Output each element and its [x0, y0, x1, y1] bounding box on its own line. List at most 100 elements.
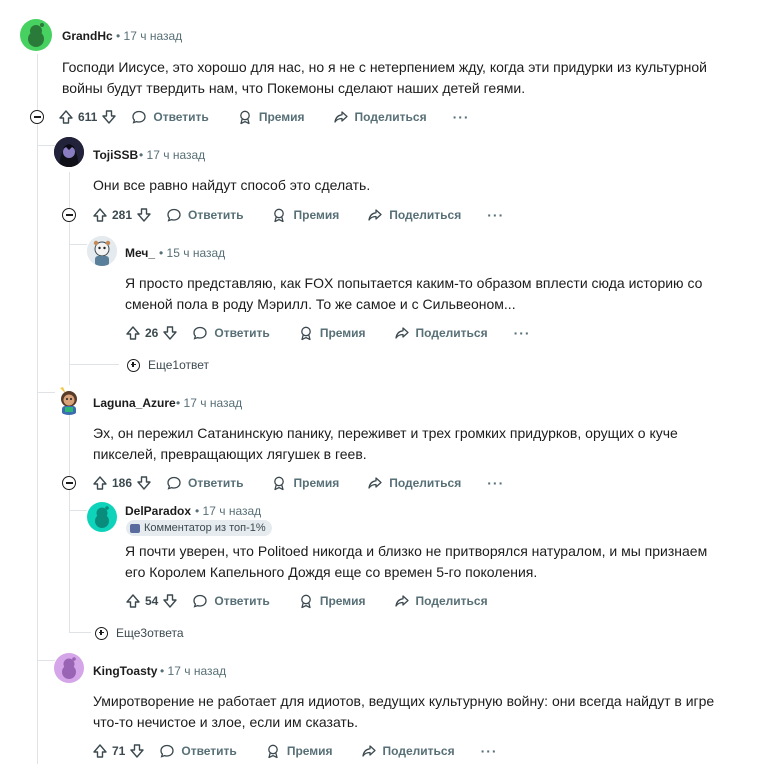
comment-bubble-icon	[193, 326, 208, 340]
collapse-thread-button[interactable]	[30, 110, 44, 124]
comment-timestamp: • 17 ч назад	[195, 504, 261, 518]
more-options-button[interactable]: ···	[487, 207, 504, 223]
flair-badge-icon	[130, 523, 140, 533]
more-options-button[interactable]: ···	[514, 325, 531, 341]
award-label: Премия	[293, 476, 340, 490]
vote-score: 281	[112, 208, 133, 222]
avatar[interactable]	[54, 385, 84, 415]
award-label: Премия	[319, 326, 366, 340]
thread-elbow	[69, 510, 87, 511]
share-button[interactable]: Поделиться	[367, 475, 461, 491]
reply-label: Ответить	[214, 326, 270, 340]
more-options-button[interactable]: ···	[481, 743, 498, 759]
more-options-icon: ···	[480, 743, 498, 759]
comment-author[interactable]: DelParadox	[125, 504, 191, 518]
award-button[interactable]: Премия	[265, 743, 333, 759]
more-options-button[interactable]: ···	[487, 475, 504, 491]
share-label: Поделиться	[415, 326, 488, 340]
upvote-icon[interactable]	[125, 325, 141, 341]
award-button[interactable]: Премия	[237, 109, 305, 125]
avatar[interactable]	[54, 653, 84, 683]
award-button[interactable]: Премия	[271, 207, 339, 223]
reply-button[interactable]: Ответить	[159, 743, 237, 759]
share-label: Поделиться	[415, 594, 488, 608]
upvote-icon[interactable]	[92, 743, 108, 759]
comment-actions: 281 Ответить Премия Поделиться ···	[92, 203, 504, 227]
award-icon	[267, 744, 278, 759]
reply-button[interactable]: Ответить	[166, 207, 243, 223]
reply-button[interactable]: Ответить	[131, 109, 209, 125]
snoo-avatar-icon	[62, 657, 76, 679]
plus-circle-icon	[95, 626, 108, 640]
vote-score: 186	[112, 476, 133, 490]
thread-elbow	[37, 392, 55, 393]
share-button[interactable]: Поделиться	[361, 743, 455, 759]
more-options-button[interactable]: ···	[453, 109, 470, 125]
comment-bubble-icon	[160, 744, 175, 758]
collapse-thread-button[interactable]	[62, 208, 76, 222]
comment-author[interactable]: GrandHc	[62, 29, 113, 43]
avatar[interactable]	[20, 19, 52, 51]
award-label: Премия	[293, 208, 340, 222]
share-button[interactable]: Поделиться	[367, 207, 461, 223]
meta-separator: •	[195, 504, 200, 518]
thread-elbow	[37, 145, 55, 146]
vote-score: 71	[112, 744, 126, 758]
reply-button[interactable]: Ответить	[192, 325, 270, 341]
upvote-icon[interactable]	[58, 109, 74, 125]
share-icon	[368, 209, 382, 221]
reply-button[interactable]: Ответить	[192, 593, 270, 609]
award-icon	[274, 208, 285, 223]
more-options-icon: ···	[487, 475, 505, 491]
share-button[interactable]: Поделиться	[394, 593, 488, 609]
share-icon	[361, 745, 376, 757]
award-button[interactable]: Премия	[298, 593, 366, 609]
time-text: 17 ч назад	[183, 396, 243, 410]
avatar[interactable]	[87, 236, 117, 266]
comment-actions: 26 Ответить Премия Поделиться ···	[125, 321, 531, 345]
downvote-icon[interactable]	[162, 325, 178, 341]
reply-label: Ответить	[188, 476, 244, 490]
comment-author[interactable]: Laguna_Azure	[93, 396, 176, 410]
downvote-icon[interactable]	[136, 475, 152, 491]
downvote-icon[interactable]	[101, 109, 117, 125]
collapse-thread-button[interactable]	[62, 476, 76, 490]
award-icon	[300, 594, 311, 609]
snoo-avatar-icon	[54, 385, 84, 415]
share-button[interactable]: Поделиться	[394, 325, 488, 341]
downvote-icon[interactable]	[129, 743, 145, 759]
comment-author[interactable]: Меч_	[125, 246, 155, 260]
comment-body: Они все равно найдут способ это сделать.	[93, 177, 371, 193]
share-icon	[333, 111, 348, 123]
award-button[interactable]: Премия	[298, 325, 366, 341]
comment-author[interactable]: KingToasty	[93, 664, 157, 678]
vote-group: 186	[92, 475, 152, 491]
reply-button[interactable]: Ответить	[166, 475, 243, 491]
upvote-icon[interactable]	[125, 593, 141, 609]
vote-score: 54	[145, 594, 159, 608]
share-button[interactable]: Поделиться	[333, 109, 427, 125]
vote-group: 54	[125, 593, 178, 609]
upvote-icon[interactable]	[92, 475, 108, 491]
more-replies-button[interactable]: Еще1ответ	[127, 358, 209, 372]
downvote-icon[interactable]	[136, 207, 152, 223]
award-icon	[239, 110, 250, 125]
snoo-avatar-icon	[28, 23, 44, 47]
avatar[interactable]	[54, 137, 84, 167]
downvote-icon[interactable]	[162, 593, 178, 609]
time-text: 17 ч назад	[202, 504, 262, 518]
meta-separator: •	[159, 246, 164, 260]
comment-bubble-icon	[167, 476, 181, 490]
more-replies-button[interactable]: Еще3ответа	[95, 626, 184, 640]
plus-circle-icon	[127, 358, 140, 372]
time-text: 17 ч назад	[167, 664, 227, 678]
comment-bubble-icon	[193, 594, 208, 608]
share-label: Поделиться	[389, 208, 462, 222]
avatar[interactable]	[87, 502, 117, 532]
snoo-avatar-icon	[87, 236, 117, 266]
vote-group: 26	[125, 325, 178, 341]
comment-actions: 186 Ответить Премия Поделиться ···	[92, 471, 504, 495]
award-button[interactable]: Премия	[271, 475, 339, 491]
upvote-icon[interactable]	[92, 207, 108, 223]
comment-author[interactable]: TojiSSB	[93, 148, 138, 162]
